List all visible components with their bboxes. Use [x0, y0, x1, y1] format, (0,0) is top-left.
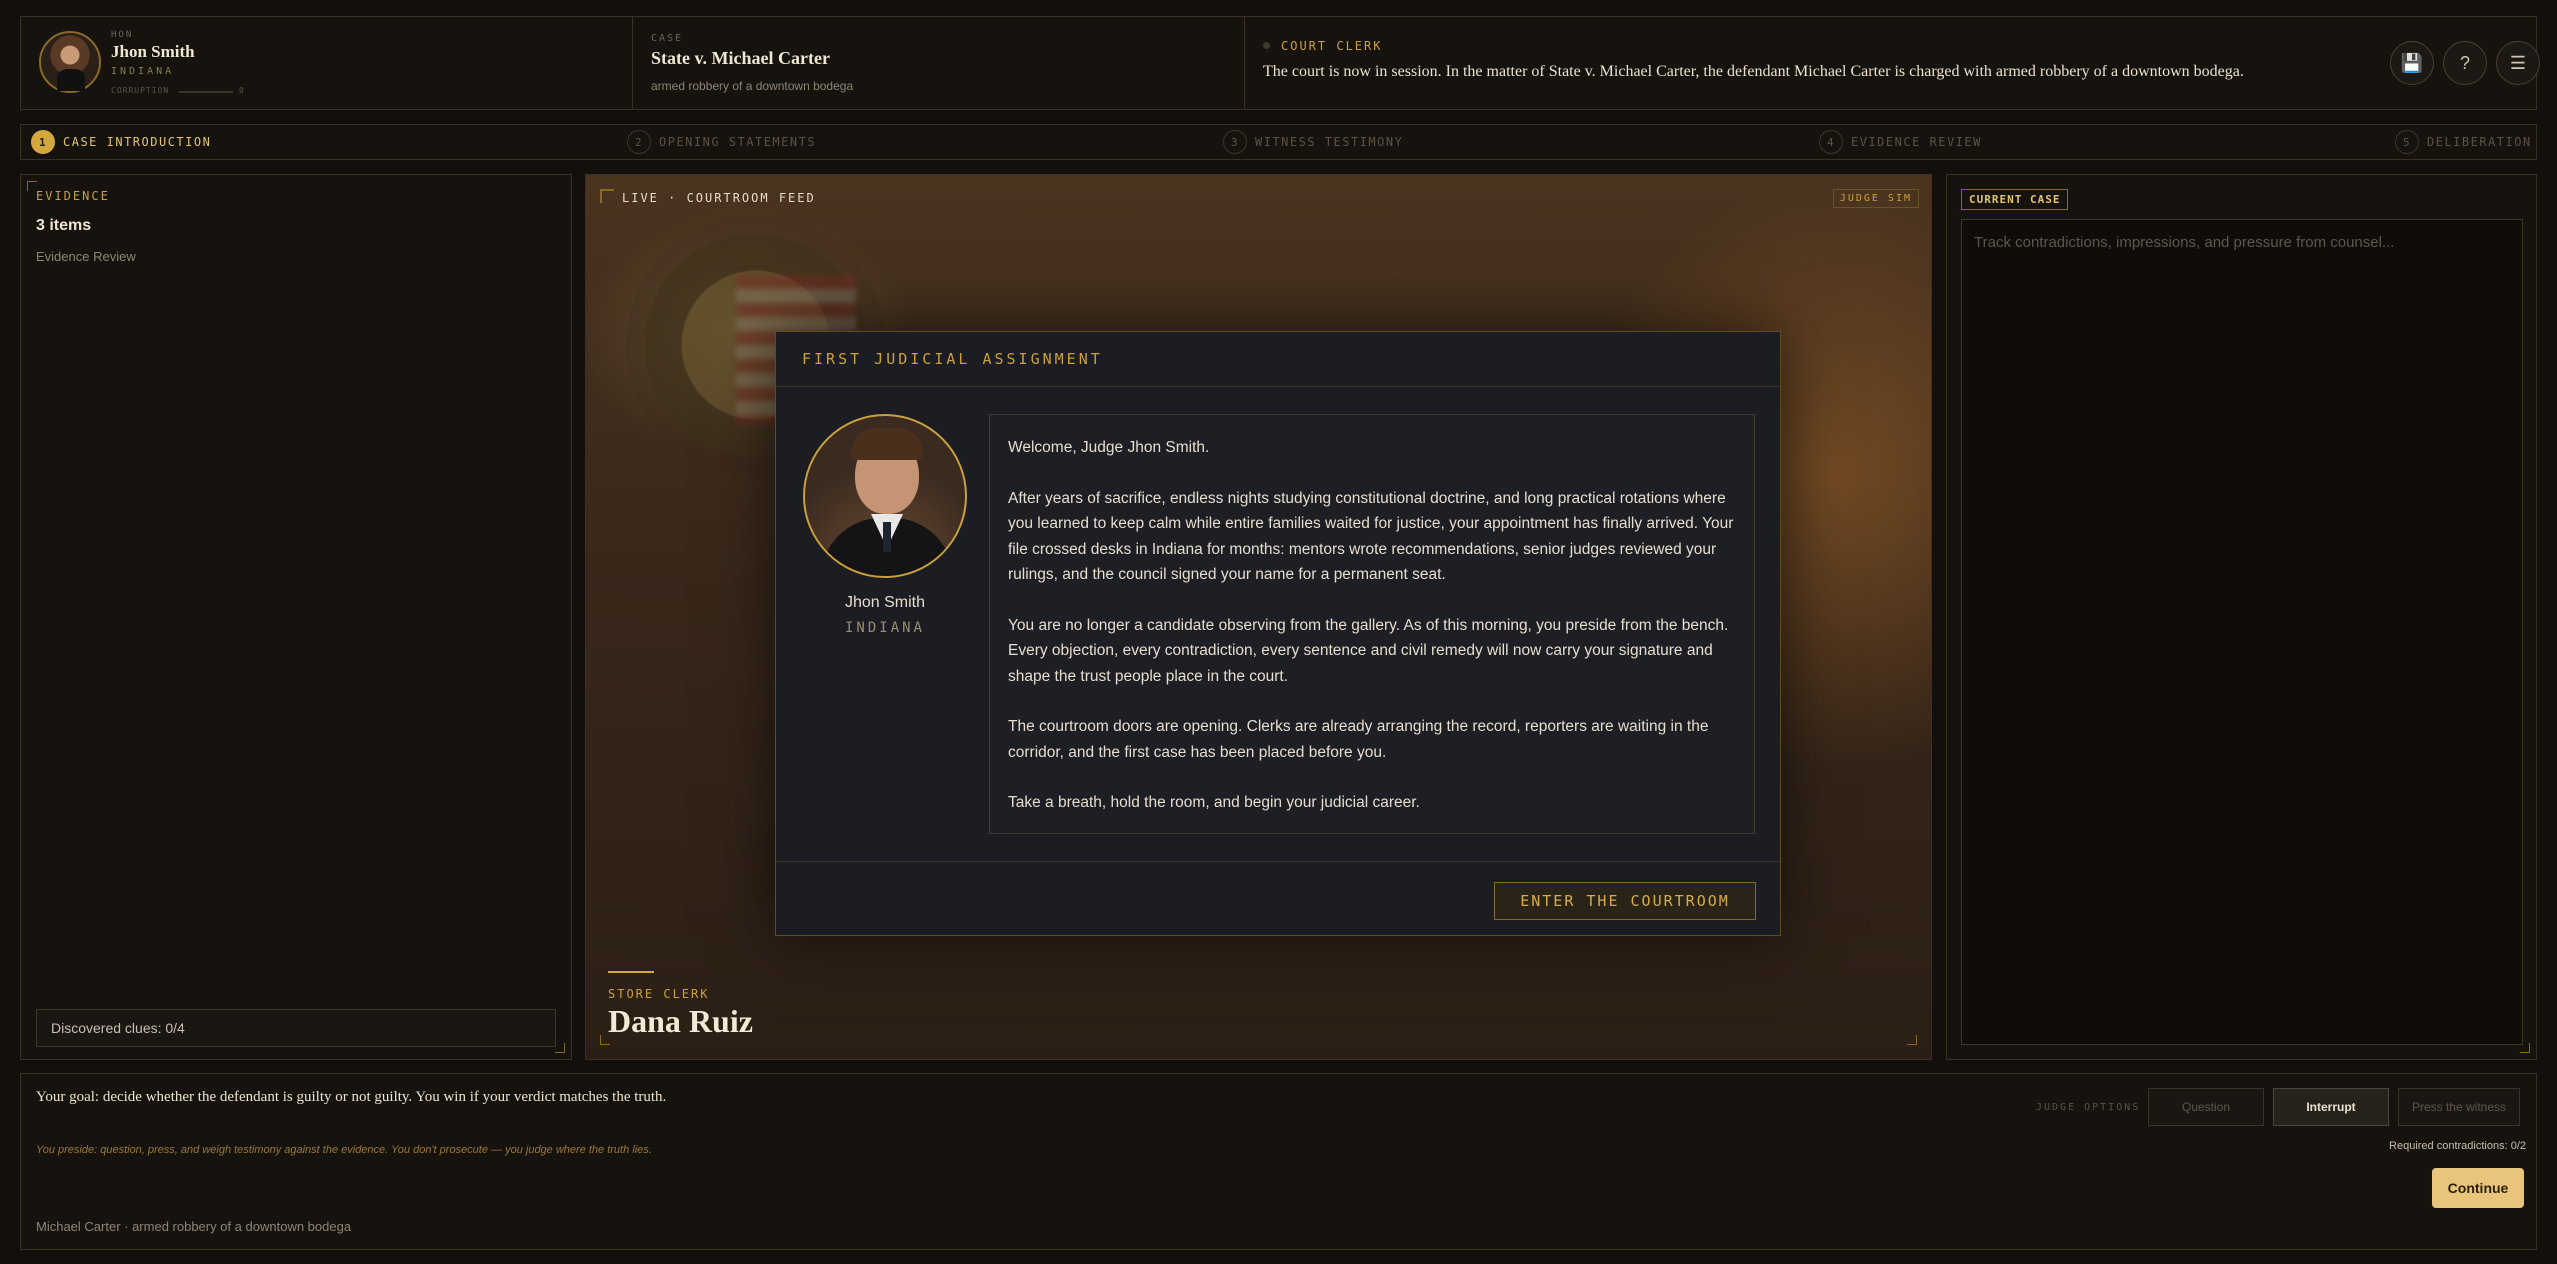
help-button[interactable]: ?: [2443, 41, 2487, 85]
judge-state: INDIANA: [111, 66, 175, 77]
judge-options-label: JUDGE OPTIONS: [2036, 1102, 2141, 1113]
corruption-value: 0: [239, 86, 244, 95]
assignment-modal: FIRST JUDICIAL ASSIGNMENT Jhon Smith IND…: [775, 331, 1781, 936]
judge-profile: HON Jhon Smith INDIANA CORRUPTION 0: [21, 17, 633, 109]
portrait-state: INDIANA: [844, 620, 925, 636]
step-label: EVIDENCE REVIEW: [1851, 135, 1982, 149]
step-label: OPENING STATEMENTS: [659, 135, 817, 149]
corner-decoration: [555, 1043, 565, 1053]
step-opening-statements[interactable]: 2 OPENING STATEMENTS: [627, 125, 816, 159]
judge-portrait: [803, 414, 967, 578]
letter-paragraph: You are no longer a candidate observing …: [1008, 616, 1729, 685]
corruption-meter: [179, 91, 233, 93]
letter-paragraph: The courtroom doors are opening. Clerks …: [1008, 718, 1709, 761]
case-summary: armed robbery of a downtown bodega: [651, 79, 854, 93]
judge-avatar: [39, 31, 101, 93]
top-bar: HON Jhon Smith INDIANA CORRUPTION 0 CASE…: [20, 16, 2540, 110]
step-number: 1: [31, 130, 55, 154]
discovered-clues: Discovered clues: 0/4: [36, 1009, 556, 1047]
witness-role: STORE CLERK: [608, 987, 710, 1001]
enter-courtroom-button[interactable]: ENTER THE COURTROOM: [1494, 882, 1756, 920]
letter-paragraph: Take a breath, hold the room, and begin …: [1008, 794, 1420, 811]
evidence-panel: EVIDENCE 3 items Evidence Review Discove…: [20, 174, 572, 1060]
step-evidence-review[interactable]: 4 EVIDENCE REVIEW: [1819, 125, 1982, 159]
step-witness-testimony[interactable]: 3 WITNESS TESTIMONY: [1223, 125, 1403, 159]
corner-decoration: [2520, 1043, 2530, 1053]
save-icon: 💾: [2400, 52, 2424, 73]
menu-button[interactable]: ☰: [2496, 41, 2540, 85]
case-title: State v. Michael Carter: [651, 48, 830, 68]
current-case-panel: CURRENT CASE Track contradictions, impre…: [1946, 174, 2537, 1060]
clerk-dot-icon: [1263, 42, 1270, 49]
letter-paragraph: Welcome, Judge Jhon Smith.: [1008, 439, 1210, 456]
portrait-name: Jhon Smith: [844, 594, 926, 611]
letter-paragraph: After years of sacrifice, endless nights…: [1008, 489, 1734, 584]
corner-decoration: [600, 1035, 610, 1045]
step-number: 3: [1223, 130, 1247, 154]
case-label: CASE: [651, 33, 684, 44]
goal-note: You preside: question, press, and weigh …: [36, 1144, 652, 1156]
step-number: 4: [1819, 130, 1843, 154]
judge-title: HON: [111, 30, 134, 40]
evidence-count: 3 items: [36, 217, 92, 234]
welcome-letter: Welcome, Judge Jhon Smith. After years o…: [989, 414, 1755, 834]
witness-name: Dana Ruiz: [608, 1003, 753, 1039]
clerk-announcement: COURT CLERK The court is now in session.…: [1245, 17, 2535, 109]
judge-sim-badge: JUDGE SIM: [1832, 189, 1919, 208]
clerk-label: COURT CLERK: [1281, 39, 1383, 53]
corner-decoration: [600, 189, 614, 203]
save-button[interactable]: 💾: [2390, 41, 2434, 85]
evidence-review-link[interactable]: Evidence Review: [36, 249, 136, 264]
step-number: 2: [627, 130, 651, 154]
step-label: CASE INTRODUCTION: [63, 135, 212, 149]
press-witness-button[interactable]: Press the witness: [2398, 1088, 2520, 1126]
help-icon: ?: [2459, 52, 2470, 73]
bottom-bar: Your goal: decide whether the defendant …: [20, 1073, 2537, 1250]
corner-decoration: [1907, 1035, 1917, 1045]
case-info: CASE State v. Michael Carter armed robbe…: [633, 17, 1245, 109]
clerk-text: The court is now in session. In the matt…: [1263, 63, 2244, 80]
step-case-introduction[interactable]: 1 CASE INTRODUCTION: [31, 125, 211, 159]
continue-button[interactable]: Continue: [2432, 1168, 2524, 1208]
case-footer: Michael Carter · armed robbery of a down…: [36, 1219, 352, 1234]
step-deliberation[interactable]: 5 DELIBERATION: [2395, 125, 2532, 159]
step-number: 5: [2395, 130, 2419, 154]
step-label: WITNESS TESTIMONY: [1255, 135, 1404, 149]
goal-text: Your goal: decide whether the defendant …: [36, 1089, 667, 1105]
modal-heading: FIRST JUDICIAL ASSIGNMENT: [776, 332, 1780, 387]
phase-stepper: 1 CASE INTRODUCTION 2 OPENING STATEMENTS…: [20, 124, 2537, 160]
case-notes-input[interactable]: Track contradictions, impressions, and p…: [1961, 219, 2523, 1045]
witness-accent: [608, 971, 654, 973]
step-label: DELIBERATION: [2427, 135, 2532, 149]
modal-divider: [776, 861, 1780, 862]
evidence-heading: EVIDENCE: [36, 189, 110, 203]
interrupt-button[interactable]: Interrupt: [2273, 1088, 2389, 1126]
corruption-label: CORRUPTION: [111, 86, 170, 95]
judge-name: Jhon Smith: [111, 42, 195, 61]
question-button[interactable]: Question: [2148, 1088, 2264, 1126]
menu-icon: ☰: [2509, 52, 2527, 73]
required-contradictions: Required contradictions: 0/2: [2389, 1140, 2526, 1152]
current-case-tag: CURRENT CASE: [1961, 189, 2069, 210]
live-feed-label: LIVE · COURTROOM FEED: [622, 191, 816, 205]
